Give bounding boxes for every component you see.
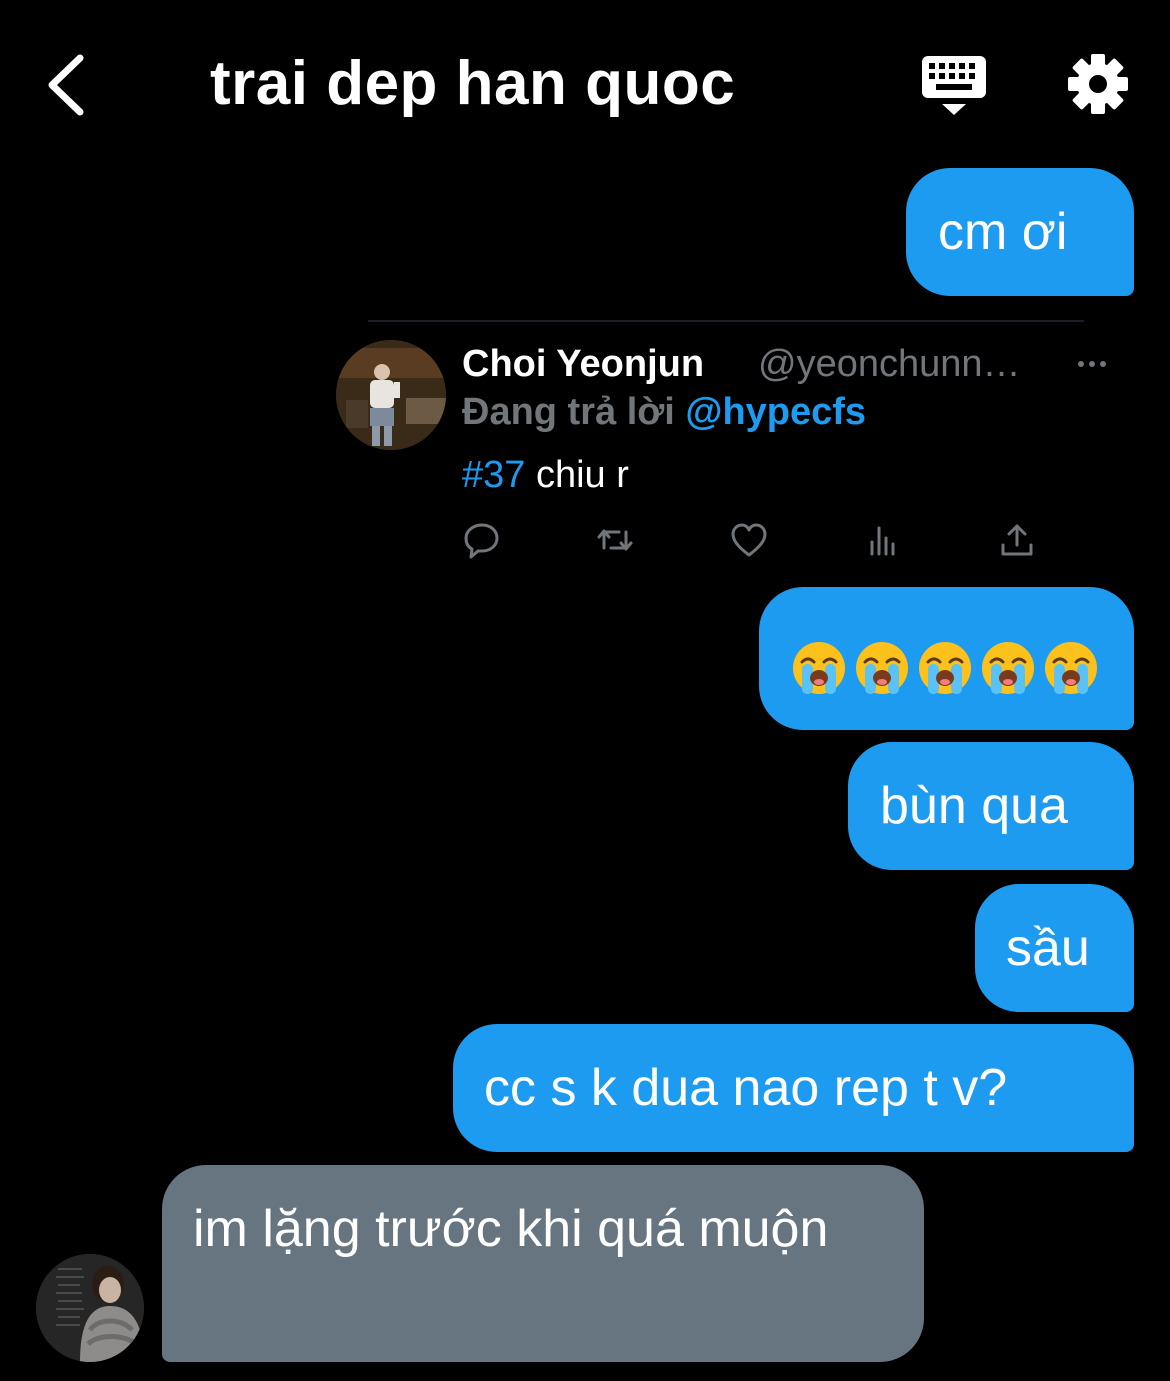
loudly-crying-face-icon xyxy=(1045,642,1097,695)
message-text: bùn qua xyxy=(880,777,1068,835)
avatar-image xyxy=(36,1254,144,1362)
message-bubble-outgoing[interactable]: bùn qua xyxy=(848,742,1134,870)
share-icon xyxy=(1001,524,1033,556)
tweet-body: chiu r xyxy=(525,454,629,496)
message-bubble-outgoing[interactable] xyxy=(759,587,1134,730)
keyboard-button[interactable] xyxy=(918,52,990,118)
message-bubble-incoming[interactable]: im lặng trước khi quá muộn xyxy=(162,1165,924,1362)
message-text: cc s k dua nao rep t v? xyxy=(484,1059,1008,1117)
like-button[interactable] xyxy=(729,520,769,560)
loudly-crying-face-icon xyxy=(793,642,845,695)
loudly-crying-face-icon xyxy=(856,642,908,695)
replying-to-label: Đang trả lời xyxy=(462,391,675,433)
divider xyxy=(368,320,1084,322)
loudly-crying-face-icon xyxy=(982,642,1034,695)
analytics-icon xyxy=(870,526,895,556)
avatar-image xyxy=(336,340,446,450)
heart-icon xyxy=(731,523,767,557)
tweet-text: #37 chiu r xyxy=(462,452,629,498)
gear-icon xyxy=(1068,54,1128,114)
share-button[interactable] xyxy=(997,520,1037,560)
message-bubble-outgoing[interactable]: cm ơi xyxy=(906,168,1134,296)
retweet-icon xyxy=(597,529,633,551)
reply-icon xyxy=(464,523,499,559)
tweet-author-avatar[interactable] xyxy=(336,340,446,450)
message-text: im lặng trước khi quá muộn xyxy=(193,1200,829,1258)
replying-to: Đang trả lời @hypecfs xyxy=(462,390,866,434)
sender-avatar[interactable] xyxy=(36,1254,144,1362)
replying-to-mention[interactable]: @hypecfs xyxy=(685,391,866,433)
reply-button[interactable] xyxy=(462,520,502,560)
message-text: sầu xyxy=(1006,919,1090,977)
settings-button[interactable] xyxy=(1066,52,1130,116)
tweet-author-name[interactable]: Choi Yeonjun xyxy=(462,342,704,386)
analytics-button[interactable] xyxy=(863,520,903,560)
chevron-left-icon xyxy=(48,54,84,116)
shared-tweet-card[interactable]: Choi Yeonjun @yeonchunn… Đang trả lời @h… xyxy=(330,320,1130,570)
more-options-button[interactable] xyxy=(1072,344,1112,384)
loudly-crying-face-icon xyxy=(919,642,971,695)
message-bubble-outgoing[interactable]: cc s k dua nao rep t v? xyxy=(453,1024,1134,1152)
tweet-hashtag[interactable]: #37 xyxy=(462,454,525,496)
more-horizontal-icon xyxy=(1078,361,1106,367)
message-text: cm ơi xyxy=(938,203,1068,261)
message-bubble-outgoing[interactable]: sầu xyxy=(975,884,1134,1012)
back-button[interactable] xyxy=(38,50,98,120)
retweet-button[interactable] xyxy=(595,520,635,560)
conversation-header: trai dep han quoc xyxy=(0,0,1170,160)
conversation-title: trai dep han quoc xyxy=(210,49,736,118)
tweet-author-handle: @yeonchunn… xyxy=(758,343,1021,385)
keyboard-icon xyxy=(922,56,986,115)
